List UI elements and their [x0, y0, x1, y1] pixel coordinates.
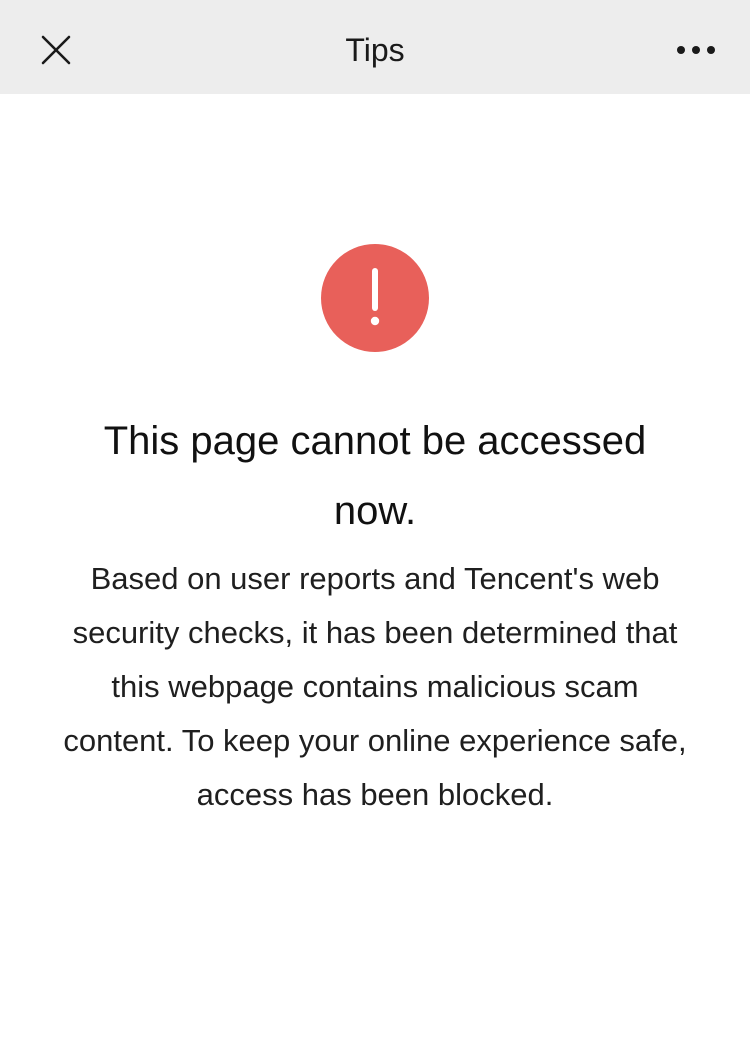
page-title: Tips — [345, 32, 405, 68]
error-heading: This page cannot be accessed now. — [103, 419, 647, 533]
exclamation-icon — [321, 244, 429, 352]
navigation-bar: Tips — [0, 0, 750, 94]
more-icon — [677, 46, 715, 54]
error-message: Based on user reports and Tencent's web … — [63, 561, 687, 812]
more-options-button[interactable] — [666, 22, 726, 78]
